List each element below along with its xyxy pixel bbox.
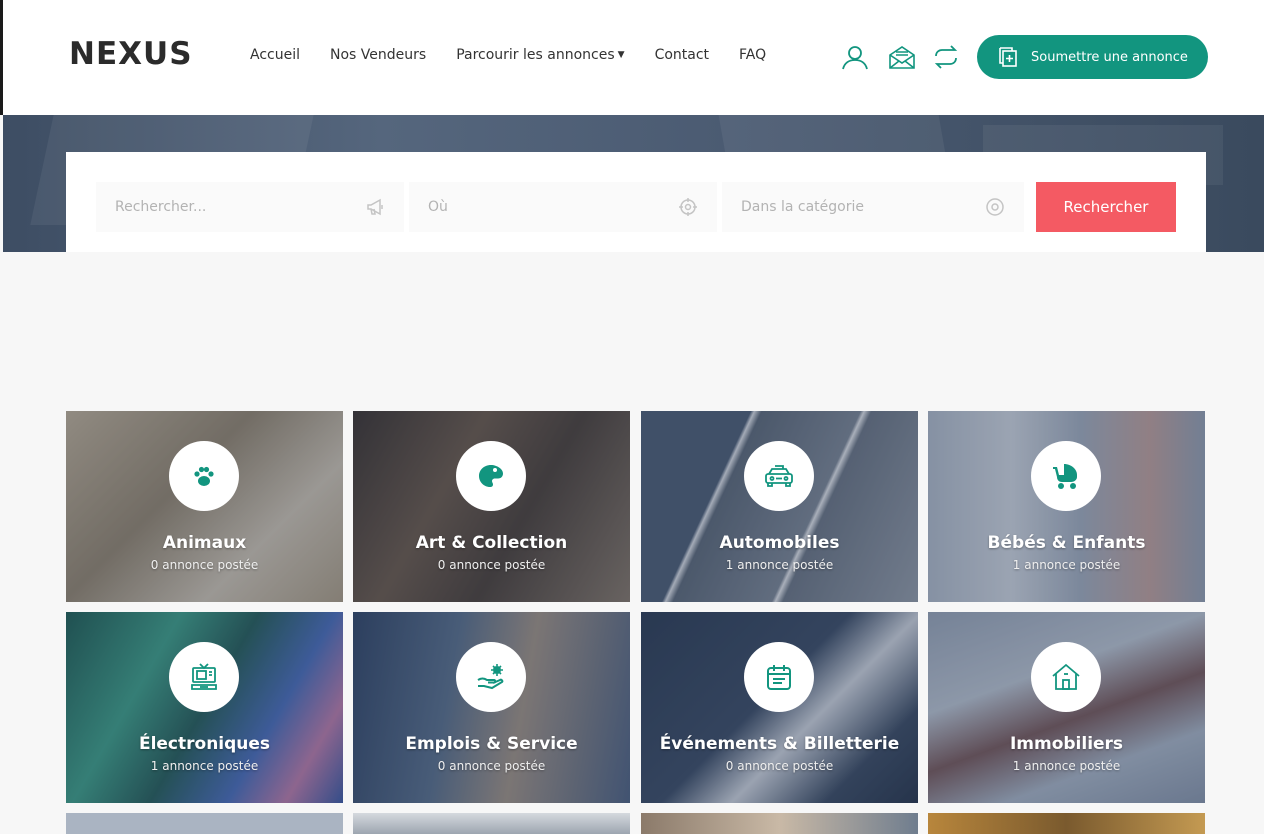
category-card-automobiles[interactable]: Automobiles 1 annonce postée xyxy=(641,411,918,602)
chevron-down-icon: ▼ xyxy=(617,50,625,60)
category-title: Art & Collection xyxy=(415,533,568,553)
nav-label: FAQ xyxy=(739,47,767,63)
nav-accueil[interactable]: Accueil xyxy=(250,47,300,63)
submit-listing-label: Soumettre une annonce xyxy=(1031,49,1188,65)
category-placeholder: Dans la catégorie xyxy=(741,199,864,215)
keyword-search-input[interactable]: Rechercher... xyxy=(96,182,404,232)
category-title: Emplois & Service xyxy=(405,734,578,754)
nav-faq[interactable]: FAQ xyxy=(739,47,766,63)
search-button[interactable]: Rechercher xyxy=(1036,182,1176,232)
nav-parcourir-annonces[interactable]: Parcourir les annonces ▼ xyxy=(456,47,624,63)
category-count: 0 annonce postée xyxy=(437,759,546,773)
category-title: Événements & Billetterie xyxy=(659,734,900,754)
category-card-emplois-service[interactable]: Emplois & Service 0 annonce postée xyxy=(353,612,630,803)
add-document-icon xyxy=(999,47,1017,67)
location-input[interactable]: Où xyxy=(409,182,717,232)
nav-label: Parcourir les annonces xyxy=(456,47,615,63)
stroller-icon xyxy=(1031,441,1101,511)
category-card-bebes-enfants[interactable]: Bébés & Enfants 1 annonce postée xyxy=(928,411,1205,602)
category-count: 0 annonce postée xyxy=(437,558,546,572)
mail-icon[interactable] xyxy=(888,44,916,70)
target-icon xyxy=(986,198,1004,216)
paw-icon xyxy=(169,441,239,511)
category-card-partial[interactable] xyxy=(928,813,1205,834)
main-nav: Accueil Nos Vendeurs Parcourir les annon… xyxy=(250,47,796,63)
category-count: 1 annonce postée xyxy=(1012,759,1121,773)
category-title: Électroniques xyxy=(138,734,271,754)
location-placeholder: Où xyxy=(428,199,448,215)
site-header: NEXUS Accueil Nos Vendeurs Parcourir les… xyxy=(0,0,1264,115)
megaphone-icon xyxy=(367,198,383,216)
submit-listing-button[interactable]: Soumettre une annonce xyxy=(977,35,1208,79)
nav-nos-vendeurs[interactable]: Nos Vendeurs xyxy=(330,47,426,63)
category-title: Bébés & Enfants xyxy=(987,533,1146,553)
category-card-electroniques[interactable]: Électroniques 1 annonce postée xyxy=(66,612,343,803)
category-count: 0 annonce postée xyxy=(150,558,259,572)
tv-icon xyxy=(169,642,239,712)
category-count: 1 annonce postée xyxy=(725,558,834,572)
exchange-icon[interactable] xyxy=(932,44,960,70)
nav-label: Contact xyxy=(654,47,710,63)
category-title: Animaux xyxy=(162,533,247,553)
search-panel: Rechercher... Où Dans la catégorie Reche… xyxy=(66,152,1206,252)
category-title: Automobiles xyxy=(719,533,840,553)
nav-label: Accueil xyxy=(250,47,300,63)
keyword-placeholder: Rechercher... xyxy=(115,199,207,215)
category-card-partial[interactable] xyxy=(66,813,343,834)
category-count: 1 annonce postée xyxy=(1012,558,1121,572)
hand-gear-icon xyxy=(456,642,526,712)
category-count: 1 annonce postée xyxy=(150,759,259,773)
calendar-icon xyxy=(744,642,814,712)
category-card-immobiliers[interactable]: Immobiliers 1 annonce postée xyxy=(928,612,1205,803)
site-logo[interactable]: NEXUS xyxy=(69,36,193,72)
car-icon xyxy=(744,441,814,511)
crosshair-icon xyxy=(679,198,697,216)
nav-contact[interactable]: Contact xyxy=(655,47,709,63)
house-icon xyxy=(1031,642,1101,712)
category-card-art-collection[interactable]: Art & Collection 0 annonce postée xyxy=(353,411,630,602)
user-icon[interactable] xyxy=(841,44,869,70)
category-card-partial[interactable] xyxy=(641,813,918,834)
nav-label: Nos Vendeurs xyxy=(330,47,427,63)
category-card-animaux[interactable]: Animaux 0 annonce postée xyxy=(66,411,343,602)
category-title: Immobiliers xyxy=(1009,734,1124,754)
palette-icon xyxy=(456,441,526,511)
category-card-evenements-billetterie[interactable]: Événements & Billetterie 0 annonce posté… xyxy=(641,612,918,803)
category-card-partial[interactable] xyxy=(353,813,630,834)
category-count: 0 annonce postée xyxy=(725,759,834,773)
category-select[interactable]: Dans la catégorie xyxy=(722,182,1024,232)
